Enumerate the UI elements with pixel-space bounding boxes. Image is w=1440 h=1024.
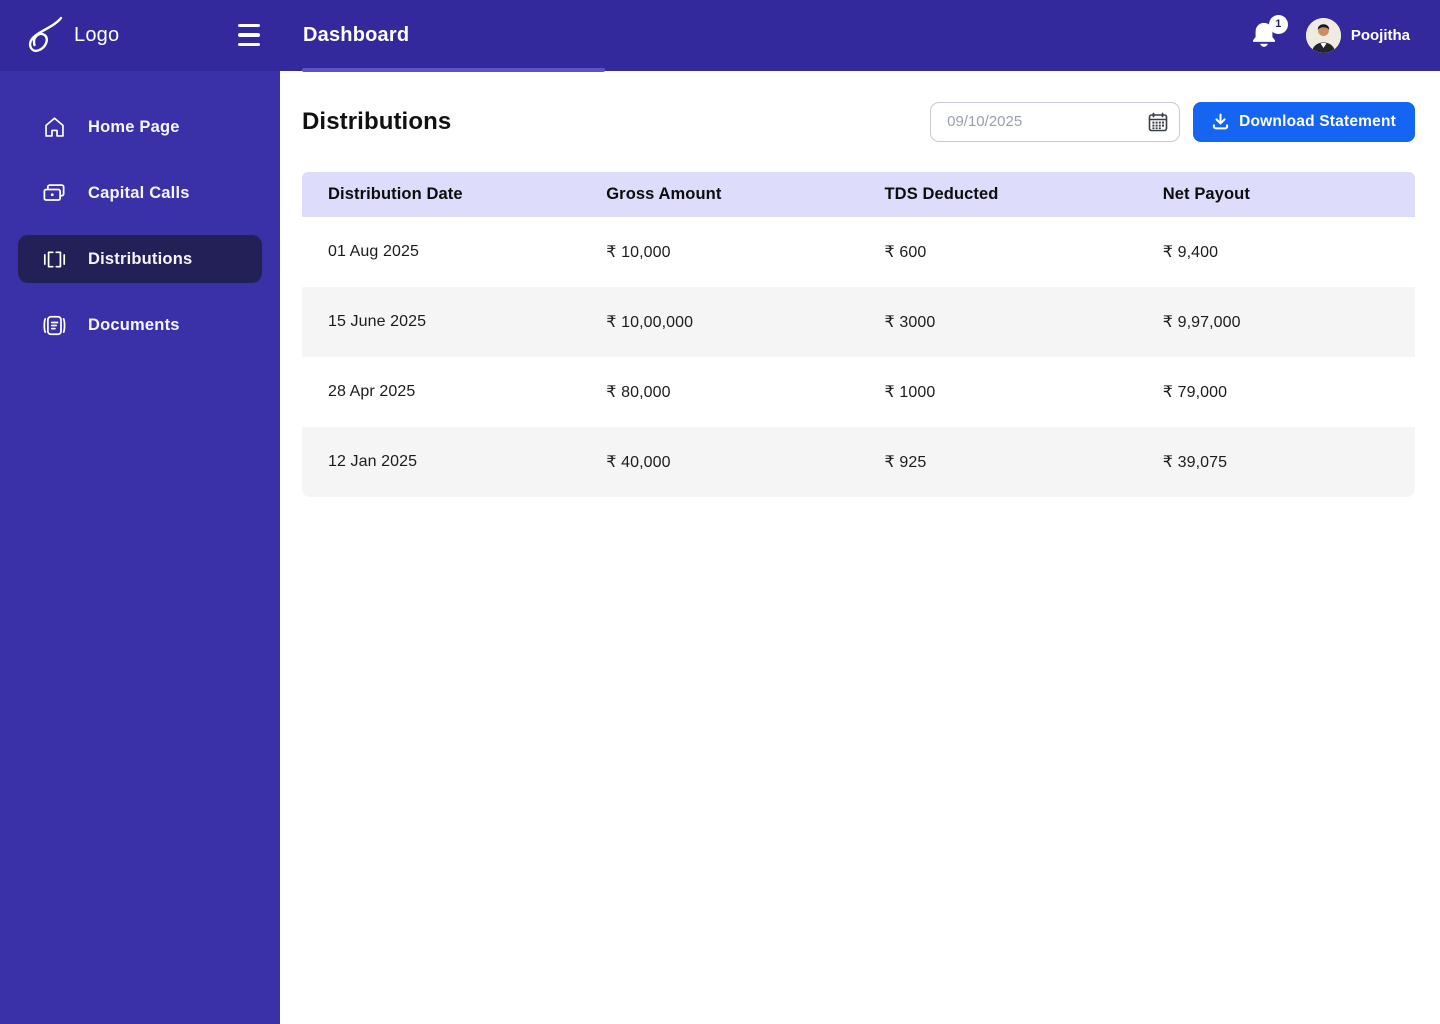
cell-distribution-date: 12 Jan 2025 (328, 453, 418, 470)
sidebar-item-label: Home Page (88, 117, 180, 136)
document-icon (40, 311, 68, 339)
cell-tds-deducted: ₹ 1000 (884, 384, 936, 401)
topbar-right: 1 Poojitha (1250, 14, 1440, 53)
sidebar-item-distributions[interactable]: Distributions (18, 235, 262, 283)
sidebar-item-documents[interactable]: Documents (18, 301, 262, 349)
distribution-icon (40, 245, 68, 273)
page-title: Distributions (302, 107, 452, 135)
cell-net-payout: ₹ 9,97,000 (1162, 314, 1241, 331)
download-button-label: Download Statement (1239, 112, 1396, 130)
cell-distribution-date: 28 Apr 2025 (328, 383, 416, 400)
cell-net-payout: ₹ 79,000 (1162, 384, 1228, 401)
cell-gross-amount: ₹ 80,000 (606, 384, 671, 401)
sidebar-item-label: Distributions (88, 249, 193, 268)
logo-text: Logo (74, 24, 120, 46)
page-breadcrumb-title: Dashboard (303, 24, 410, 46)
column-header-gross-amount: Gross Amount (606, 185, 722, 203)
logo-icon (28, 16, 63, 52)
avatar-photo (1305, 18, 1341, 53)
calendar-icon[interactable] (1148, 112, 1168, 132)
top-bar: Logo Dashboard 1 Poojitha (0, 0, 1440, 71)
page-header: Distributions 09/10/2025 Download Statem… (302, 71, 1415, 172)
cash-icon (40, 179, 68, 207)
sidebar-item-label: Capital Calls (88, 183, 190, 202)
cell-tds-deducted: ₹ 3000 (884, 314, 936, 331)
date-field (930, 101, 1181, 142)
cell-tds-deducted: ₹ 600 (884, 244, 927, 261)
table-header-row: Distribution Date Gross Amount TDS Deduc… (302, 172, 1415, 217)
cell-distribution-date: 01 Aug 2025 (328, 243, 419, 260)
date-input[interactable] (930, 101, 1181, 142)
table-body: 01 Aug 2025 ₹ 10,000 ₹ 600 ₹ 9,400 15 Ju… (302, 217, 1415, 497)
logo-zone: Logo (0, 0, 280, 71)
cell-net-payout: ₹ 9,400 (1162, 244, 1219, 261)
download-statement-button[interactable]: Download Statement (1193, 101, 1415, 142)
cell-net-payout: ₹ 39,075 (1162, 454, 1228, 471)
page-controls: Download Statement (930, 101, 1415, 142)
main-content: Distributions 09/10/2025 Download Statem… (280, 71, 1440, 1024)
sidebar-item-home-page[interactable]: Home Page (18, 103, 262, 151)
table-row: 12 Jan 2025 ₹ 40,000 ₹ 925 ₹ 39,075 (302, 427, 1415, 497)
column-header-net-payout: Net Payout (1162, 185, 1250, 203)
menu-toggle-icon[interactable] (238, 24, 264, 46)
table-row: 28 Apr 2025 ₹ 80,000 ₹ 1000 ₹ 79,000 (302, 357, 1415, 427)
column-header-distribution-date: Distribution Date (328, 185, 463, 203)
download-icon (1213, 113, 1229, 130)
notifications-button[interactable]: 1 (1250, 14, 1288, 53)
user-name: Poojitha (1350, 27, 1410, 44)
app-window: Logo Dashboard 1 Poojitha Home Page Capi… (0, 0, 1440, 1024)
sidebar-item-label: Documents (88, 315, 180, 334)
notification-count-badge: 1 (1268, 14, 1288, 34)
cell-tds-deducted: ₹ 925 (884, 454, 927, 471)
active-tab-indicator (302, 68, 605, 72)
avatar[interactable] (1305, 18, 1341, 53)
cell-gross-amount: ₹ 10,00,000 (606, 314, 694, 331)
cell-gross-amount: ₹ 40,000 (606, 454, 671, 471)
table-row: 15 June 2025 ₹ 10,00,000 ₹ 3000 ₹ 9,97,0… (302, 287, 1415, 357)
home-icon (40, 113, 68, 141)
cell-distribution-date: 15 June 2025 (328, 313, 427, 330)
column-header-tds-deducted: TDS Deducted (884, 185, 999, 203)
distributions-table: Distribution Date Gross Amount TDS Deduc… (302, 172, 1415, 497)
sidebar-item-capital-calls[interactable]: Capital Calls (18, 169, 262, 217)
table-row: 01 Aug 2025 ₹ 10,000 ₹ 600 ₹ 9,400 (302, 217, 1415, 287)
cell-gross-amount: ₹ 10,000 (606, 244, 671, 261)
sidebar: Home Page Capital Calls Distributions Do… (0, 71, 280, 1024)
